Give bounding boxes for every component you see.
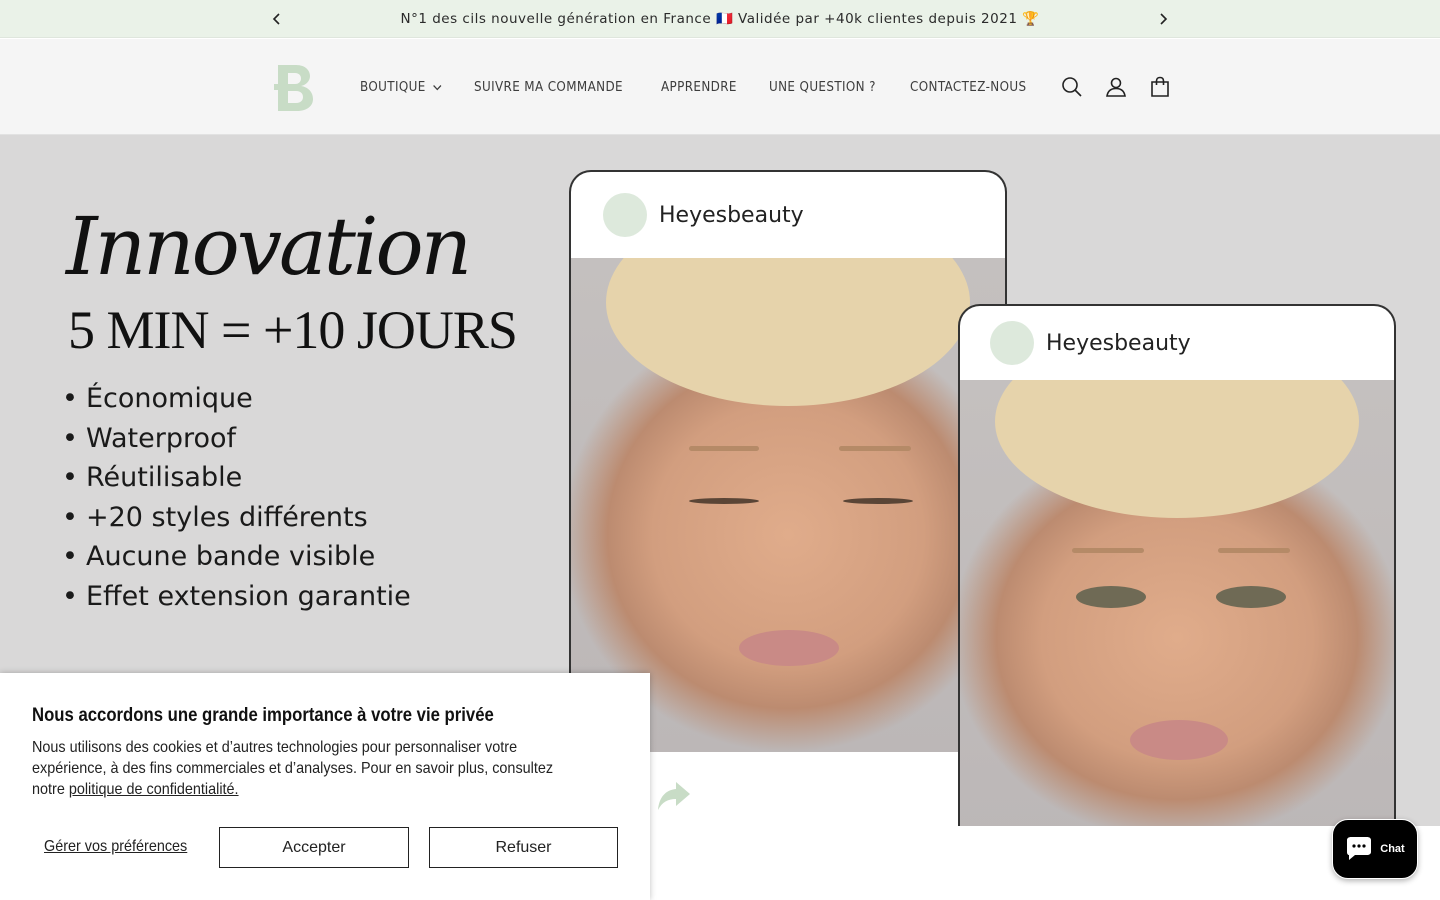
post-card-after: Heyesbeauty [958,304,1396,826]
nav-item-question[interactable]: UNE QUESTION ? [769,80,876,95]
chevron-left-icon [272,13,280,25]
eye-right [843,498,913,504]
search-icon [1062,77,1082,97]
header-actions [1058,73,1190,101]
list-item: Aucune bande visible [62,537,411,577]
chat-button[interactable]: Chat [1332,819,1418,879]
chevron-down-icon [433,84,442,90]
post-card-username: Heyesbeauty [1046,330,1191,356]
nav-item-contact[interactable]: CONTACTEZ-NOUS [910,80,1026,95]
hair-shape [994,380,1360,518]
cart-icon [1151,76,1169,97]
refuse-cookies-button[interactable]: Refuser [429,827,618,868]
hero-title: Innovation [66,200,472,293]
site-header: BOUTIQUE SUIVRE MA COMMANDE APPRENDRE UN… [0,39,1440,135]
brand-logo[interactable] [274,61,316,113]
nav-item-suivre-commande[interactable]: SUIVRE MA COMMANDE [474,80,623,95]
nav-item-label: BOUTIQUE [360,79,426,95]
post-card-username: Heyesbeauty [659,202,804,228]
chat-label: Chat [1380,843,1405,855]
chevron-right-icon [1160,13,1168,25]
brow-right [1218,548,1290,553]
list-item: Waterproof [62,419,411,459]
nav-item-label: UNE QUESTION ? [768,79,876,95]
announcement-next-button[interactable] [1154,10,1172,28]
account-icon [1106,77,1126,97]
list-item: Réutilisable [62,458,411,498]
cookie-body: Nous utilisons des cookies et d’autres t… [32,737,581,800]
hair-shape [605,258,971,407]
cookie-title: Nous accordons une grande importance à v… [32,705,494,726]
announcement-prev-button[interactable] [268,10,286,28]
list-item: Économique [62,379,411,419]
announcement-bar: N°1 des cils nouvelle génération en Fran… [0,0,1440,38]
list-item: Effet extension garantie [62,577,411,617]
brow-right [839,446,911,451]
announcement-text: N°1 des cils nouvelle génération en Fran… [400,10,1040,27]
list-item: +20 styles différents [62,498,411,538]
share-icon[interactable] [656,780,692,812]
eye-right [1216,586,1286,608]
privacy-policy-link[interactable]: politique de confidentialité. [69,781,239,798]
manage-preferences-button[interactable]: Gérer vos préférences [44,838,187,856]
nav-item-label: SUIVRE MA COMMANDE [474,79,624,95]
avatar [603,193,647,237]
chat-bubble-icon [1347,837,1372,860]
nav-item-label: APPRENDRE [661,79,738,95]
brow-left [689,446,759,451]
main-nav: BOUTIQUE SUIVRE MA COMMANDE APPRENDRE UN… [360,39,1061,135]
lips [739,630,839,666]
eye-left [689,498,759,504]
eye-left [1076,586,1146,608]
lips [1130,720,1228,760]
model-photo-eyes-open [960,380,1394,826]
post-card-header: Heyesbeauty [960,306,1394,380]
cookie-consent-banner: Nous accordons une grande importance à v… [0,673,650,900]
brow-left [1072,548,1144,553]
nav-item-label: CONTACTEZ-NOUS [909,79,1027,95]
nav-item-boutique[interactable]: BOUTIQUE [360,80,442,95]
avatar [990,321,1034,365]
cart-button[interactable] [1146,73,1174,101]
accept-cookies-button[interactable]: Accepter [219,827,409,868]
post-card-header: Heyesbeauty [571,172,1005,258]
hero-feature-list: Économique Waterproof Réutilisable +20 s… [62,379,411,617]
search-button[interactable] [1058,73,1086,101]
account-button[interactable] [1102,73,1130,101]
hero-subtitle: 5 MIN = +10 JOURS [68,300,518,360]
nav-item-apprendre[interactable]: APPRENDRE [661,80,737,95]
